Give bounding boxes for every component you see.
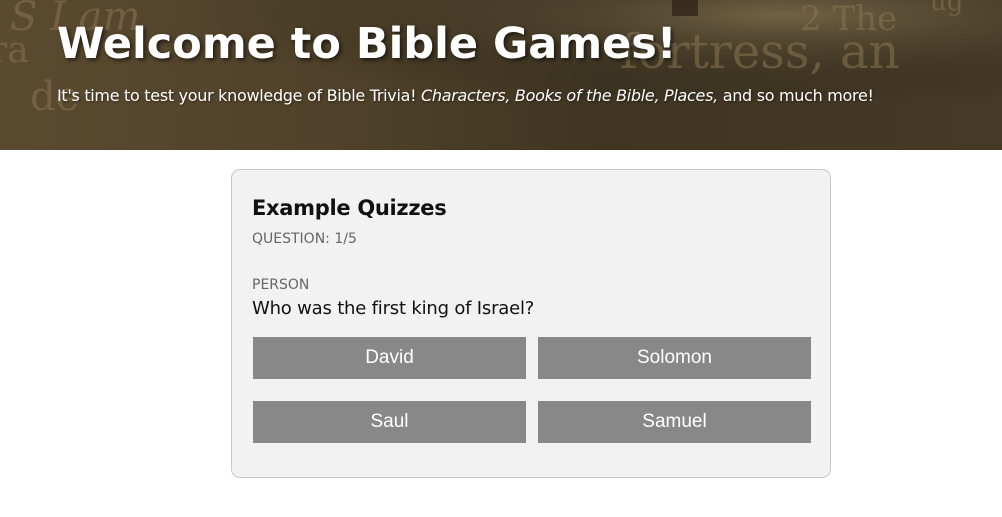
question-counter: QUESTION: 1/5 <box>252 231 357 247</box>
quiz-title: Example Quizzes <box>252 196 447 220</box>
svg-text:ra: ra <box>0 30 29 71</box>
hero-subtitle-intro: It's time to test your knowledge of Bibl… <box>57 86 422 105</box>
answer-button-david[interactable]: David <box>253 337 526 379</box>
quiz-card: Example Quizzes QUESTION: 1/5 PERSON Who… <box>231 169 831 478</box>
hero-subtitle: It's time to test your knowledge of Bibl… <box>57 85 874 107</box>
page-title: Welcome to Bible Games! <box>57 19 677 69</box>
answer-button-solomon[interactable]: Solomon <box>538 337 811 379</box>
question-category: PERSON <box>252 277 310 293</box>
hero-subtitle-outro: and so much more! <box>717 86 874 105</box>
svg-text:ug: ug <box>930 0 963 17</box>
hero-banner: S I am ra de fortress, an 2 The ug Welco… <box>0 0 1002 150</box>
answer-button-saul[interactable]: Saul <box>253 401 526 443</box>
question-text: Who was the first king of Israel? <box>252 298 535 319</box>
hero-subtitle-topics: Characters, Books of the Bible, Places, <box>421 86 718 105</box>
answer-button-samuel[interactable]: Samuel <box>538 401 811 443</box>
svg-text:2 The: 2 The <box>800 0 897 39</box>
